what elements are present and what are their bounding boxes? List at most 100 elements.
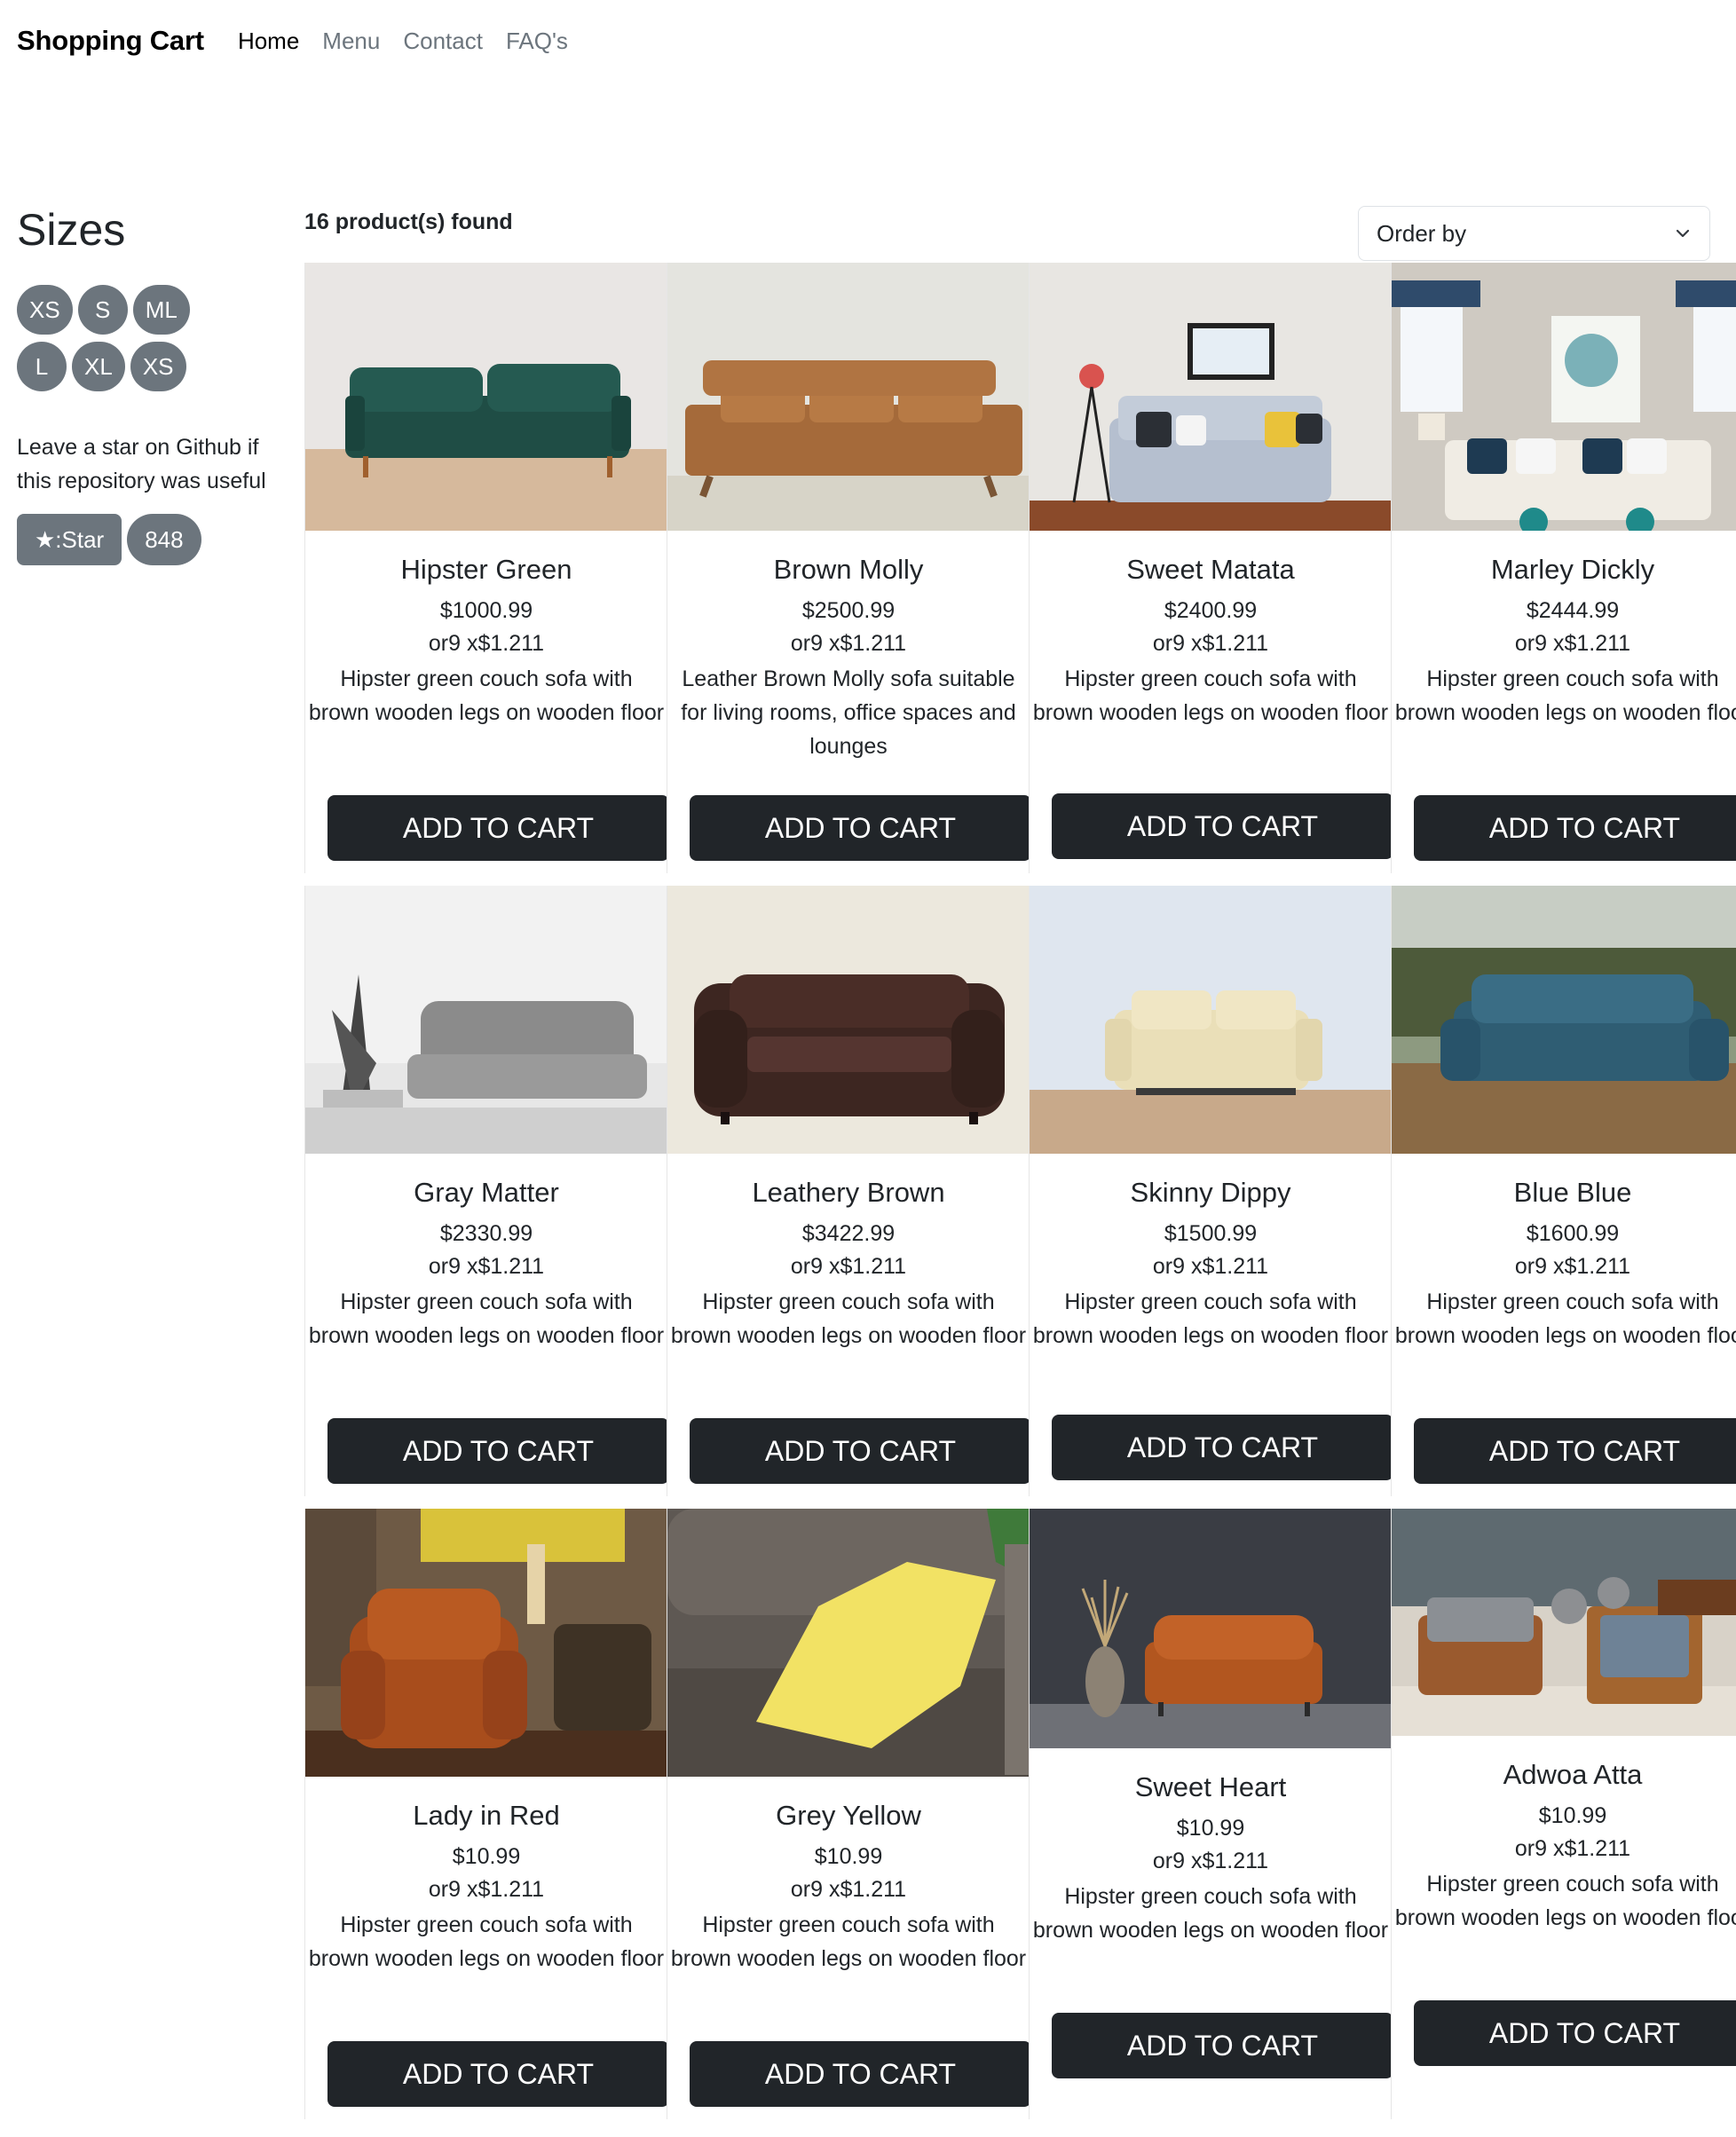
- product-card: Adwoa Atta $10.99 or9 x$1.211 Hipster gr…: [1391, 1509, 1736, 2119]
- product-installment: or9 x$1.211: [1152, 1849, 1269, 1873]
- size-filter-s[interactable]: S: [77, 285, 128, 335]
- add-to-cart-button[interactable]: ADD TO CART: [1052, 2013, 1391, 2078]
- product-description: Hipster green couch sofa with brown wood…: [308, 666, 665, 725]
- product-installment: or9 x$1.211: [1152, 1254, 1269, 1279]
- navbar: Shopping Cart Home Menu Contact FAQ's: [0, 0, 1736, 82]
- product-installment: or9 x$1.211: [790, 631, 907, 656]
- product-price: $3422.99: [801, 1221, 896, 1246]
- add-to-cart-button[interactable]: ADD TO CART: [1414, 2000, 1736, 2066]
- product-info: Blue Blue $1600.99 or9 x$1.211 Hipster g…: [1392, 1154, 1736, 1352]
- product-card: Sweet Matata $2400.99 or9 x$1.211 Hipste…: [1029, 263, 1391, 873]
- product-title: Grey Yellow: [776, 1800, 921, 1831]
- product-price: $10.99: [814, 1844, 883, 1869]
- product-card: Brown Molly $2500.99 or9 x$1.211 Leather…: [667, 263, 1029, 873]
- product-description: Hipster green couch sofa with brown wood…: [308, 1912, 665, 1971]
- product-image[interactable]: [1030, 263, 1391, 531]
- product-image[interactable]: [1030, 1509, 1391, 1748]
- product-info: Brown Molly $2500.99 or9 x$1.211 Leather…: [667, 531, 1029, 763]
- product-installment: or9 x$1.211: [790, 1254, 907, 1279]
- product-price: $1500.99: [1164, 1221, 1258, 1246]
- github-star-button[interactable]: ★:Star: [17, 514, 122, 565]
- product-description: Hipster green couch sofa with brown wood…: [670, 1289, 1027, 1348]
- add-to-cart-button[interactable]: ADD TO CART: [690, 2041, 1029, 2107]
- product-card: Skinny Dippy $1500.99 or9 x$1.211 Hipste…: [1029, 886, 1391, 1496]
- nav-link-menu[interactable]: Menu: [322, 28, 380, 55]
- brand-logo[interactable]: Shopping Cart: [17, 25, 204, 57]
- product-image[interactable]: [305, 263, 667, 531]
- product-info: Sweet Heart $10.99 or9 x$1.211 Hipster g…: [1030, 1748, 1391, 1947]
- product-card: Sweet Heart $10.99 or9 x$1.211 Hipster g…: [1029, 1509, 1391, 2119]
- product-installment: or9 x$1.211: [428, 1254, 545, 1279]
- product-description: Hipster green couch sofa with brown wood…: [1032, 1289, 1389, 1348]
- product-card: Grey Yellow $10.99 or9 x$1.211 Hipster g…: [667, 1509, 1029, 2119]
- github-star-count[interactable]: 848: [127, 514, 201, 565]
- add-to-cart-button[interactable]: ADD TO CART: [1414, 795, 1736, 861]
- product-image[interactable]: [667, 1509, 1029, 1777]
- product-image[interactable]: [305, 1509, 667, 1777]
- product-info: Hipster Green $1000.99 or9 x$1.211 Hipst…: [305, 531, 667, 729]
- size-filter-l[interactable]: L: [17, 342, 67, 391]
- add-to-cart-button[interactable]: ADD TO CART: [690, 795, 1029, 861]
- size-filter-xs[interactable]: XS: [17, 285, 73, 335]
- product-info: Sweet Matata $2400.99 or9 x$1.211 Hipste…: [1030, 531, 1391, 729]
- add-to-cart-button[interactable]: ADD TO CART: [1414, 1418, 1736, 1484]
- product-price: $2330.99: [439, 1221, 533, 1246]
- size-filter-xl[interactable]: XL: [72, 342, 125, 391]
- product-title: Leathery Brown: [752, 1177, 945, 1208]
- product-info: Lady in Red $10.99 or9 x$1.211 Hipster g…: [305, 1777, 667, 1975]
- product-info: Marley Dickly $2444.99 or9 x$1.211 Hipst…: [1392, 531, 1736, 729]
- product-title: Marley Dickly: [1490, 554, 1655, 585]
- product-installment: or9 x$1.211: [790, 1877, 907, 1902]
- product-installment: or9 x$1.211: [428, 1877, 545, 1902]
- product-card: Gray Matter $2330.99 or9 x$1.211 Hipster…: [304, 886, 667, 1496]
- product-description: Leather Brown Molly sofa suitable for li…: [681, 666, 1016, 759]
- size-filter-ml[interactable]: ML: [132, 285, 190, 335]
- order-by-label: Order by: [1377, 219, 1467, 247]
- github-message: Leave a star on Github if this repositor…: [17, 435, 266, 493]
- nav-link-faqs[interactable]: FAQ's: [506, 28, 568, 55]
- product-price: $1600.99: [1526, 1221, 1620, 1246]
- product-installment: or9 x$1.211: [1514, 1836, 1631, 1861]
- order-by-select[interactable]: Order by: [1358, 206, 1710, 261]
- product-title: Blue Blue: [1513, 1177, 1632, 1208]
- product-price: $2400.99: [1164, 598, 1258, 623]
- product-image[interactable]: [667, 263, 1029, 531]
- product-description: Hipster green couch sofa with brown wood…: [1032, 666, 1389, 725]
- github-star-group: ★:Star 848: [17, 514, 283, 565]
- product-installment: or9 x$1.211: [1514, 631, 1631, 656]
- nav-link-home[interactable]: Home: [238, 28, 299, 55]
- product-card: Marley Dickly $2444.99 or9 x$1.211 Hipst…: [1391, 263, 1736, 873]
- product-card: Hipster Green $1000.99 or9 x$1.211 Hipst…: [304, 263, 667, 873]
- product-description: Hipster green couch sofa with brown wood…: [670, 1912, 1027, 1971]
- product-price: $1000.99: [439, 598, 533, 623]
- product-image[interactable]: [1392, 886, 1736, 1154]
- product-info: Grey Yellow $10.99 or9 x$1.211 Hipster g…: [667, 1777, 1029, 1975]
- add-to-cart-button[interactable]: ADD TO CART: [327, 1418, 667, 1484]
- product-title: Skinny Dippy: [1130, 1177, 1291, 1208]
- add-to-cart-button[interactable]: ADD TO CART: [1052, 793, 1391, 859]
- product-image[interactable]: [305, 886, 667, 1154]
- sizes-title: Sizes: [17, 205, 126, 255]
- product-price: $10.99: [1538, 1803, 1607, 1828]
- product-image[interactable]: [1392, 263, 1736, 531]
- chevron-down-icon: [1676, 229, 1690, 238]
- add-to-cart-button[interactable]: ADD TO CART: [1052, 1415, 1391, 1480]
- product-price: $10.99: [1176, 1816, 1245, 1841]
- product-image[interactable]: [1392, 1509, 1736, 1736]
- product-title: Lady in Red: [413, 1800, 560, 1831]
- product-price: $10.99: [452, 1844, 521, 1869]
- product-info: Gray Matter $2330.99 or9 x$1.211 Hipster…: [305, 1154, 667, 1352]
- product-image[interactable]: [1030, 886, 1391, 1154]
- add-to-cart-button[interactable]: ADD TO CART: [327, 795, 667, 861]
- product-price: $2444.99: [1526, 598, 1620, 623]
- product-description: Hipster green couch sofa with brown wood…: [1394, 666, 1736, 725]
- size-filter-xs-2[interactable]: XS: [130, 342, 186, 391]
- product-info: Skinny Dippy $1500.99 or9 x$1.211 Hipste…: [1030, 1154, 1391, 1352]
- sidebar: Sizes XS S ML L XL XS Leave a star on Gi…: [17, 206, 283, 565]
- product-price: $2500.99: [801, 598, 896, 623]
- add-to-cart-button[interactable]: ADD TO CART: [690, 1418, 1029, 1484]
- product-description: Hipster green couch sofa with brown wood…: [1032, 1884, 1389, 1943]
- nav-link-contact[interactable]: Contact: [403, 28, 483, 55]
- add-to-cart-button[interactable]: ADD TO CART: [327, 2041, 667, 2107]
- product-image[interactable]: [667, 886, 1029, 1154]
